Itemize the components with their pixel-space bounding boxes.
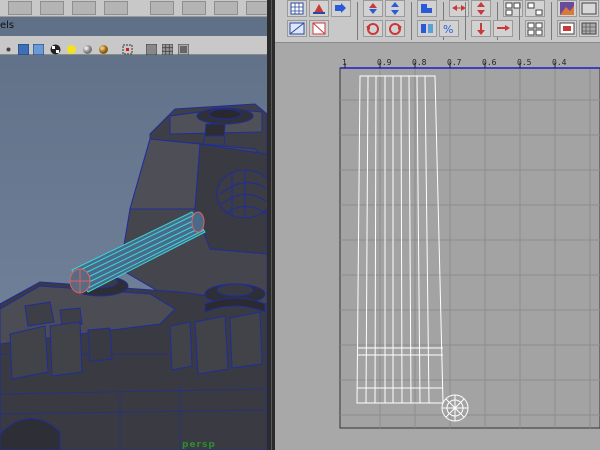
material-sphere-icon[interactable] [98,40,109,54]
camera-select-icon[interactable] [3,40,14,52]
textured-icon[interactable] [32,40,45,56]
toolbar-button[interactable] [182,1,206,15]
checker-texture-icon[interactable] [50,40,61,55]
lights-icon[interactable] [66,40,77,54]
uv-texture-editor: % 1 0.9 0.8 0.7 0.6 0.5 0.4 [275,0,600,450]
ruler-tick-label: 0.7 [447,58,462,67]
uv-snapshot-icon[interactable] [287,20,307,37]
display-image-icon[interactable] [579,0,599,17]
layout-uv-2-icon[interactable] [525,0,545,17]
resolution-gate-icon[interactable] [177,40,190,56]
toolbar-button[interactable] [72,1,96,15]
align-down-icon[interactable] [471,20,491,37]
texture-image-icon[interactable] [557,0,577,17]
toolbar-button[interactable] [246,1,267,15]
uv-grid-view[interactable]: 1 0.9 0.8 0.7 0.6 0.5 0.4 [275,43,600,450]
isolate-uv-icon[interactable] [557,20,577,37]
align-right-icon[interactable] [493,20,513,37]
svg-text:%: % [443,23,453,36]
toolbar-button[interactable] [214,1,238,15]
layout-uv-3-icon[interactable] [525,20,545,37]
ruler-tick-label: 0.9 [377,58,392,67]
uv-flip-icon[interactable] [309,0,329,17]
cut-uv-icon[interactable] [309,20,329,37]
grid-toggle-icon[interactable] [161,40,174,56]
panel-menu-panels[interactable]: els [0,20,14,31]
pane-divider-line [271,0,272,450]
uv-toolbar: % [275,0,600,43]
normalize-uv-icon[interactable]: % [439,20,459,37]
flip-vertical-icon[interactable] [385,0,405,17]
uv-grid-icon[interactable] [287,0,307,17]
xray-icon[interactable] [145,40,158,56]
toolbar-button[interactable] [40,1,64,15]
panel-icon-bar [0,36,267,56]
pixel-snap-icon[interactable] [579,20,599,37]
ruler-tick-label: 0.8 [412,58,427,67]
align-up-icon[interactable] [471,0,491,17]
ruler-tick-label: 1 [342,58,347,67]
isolate-select-icon[interactable] [122,40,133,55]
toolbar-button[interactable] [104,1,128,15]
layout-uv-icon[interactable] [503,0,523,17]
toolbar-button[interactable] [150,1,174,15]
tank-model-scene[interactable] [0,54,267,450]
ruler-tick-label: 0.4 [552,58,567,67]
shadows-icon[interactable] [82,40,93,54]
sew-uv-icon[interactable] [417,20,437,37]
uv-cap-shell [441,394,469,422]
unfold-icon[interactable] [417,0,437,17]
move-uv-icon[interactable] [331,0,351,17]
smooth-shade-icon[interactable] [17,40,30,56]
uv-canvas[interactable] [275,43,600,450]
camera-name-label: persp [182,440,216,450]
rotate-cw-icon[interactable] [385,20,405,37]
ruler-tick-label: 0.6 [482,58,497,67]
ruler-tick-label: 0.5 [517,58,532,67]
perspective-viewport[interactable]: els persp [0,0,267,450]
left-toolbar [0,0,267,17]
rotate-uv-icon[interactable] [363,0,383,17]
align-left-icon[interactable] [449,0,469,17]
rotate-ccw-icon[interactable] [363,20,383,37]
toolbar-button[interactable] [8,1,32,15]
